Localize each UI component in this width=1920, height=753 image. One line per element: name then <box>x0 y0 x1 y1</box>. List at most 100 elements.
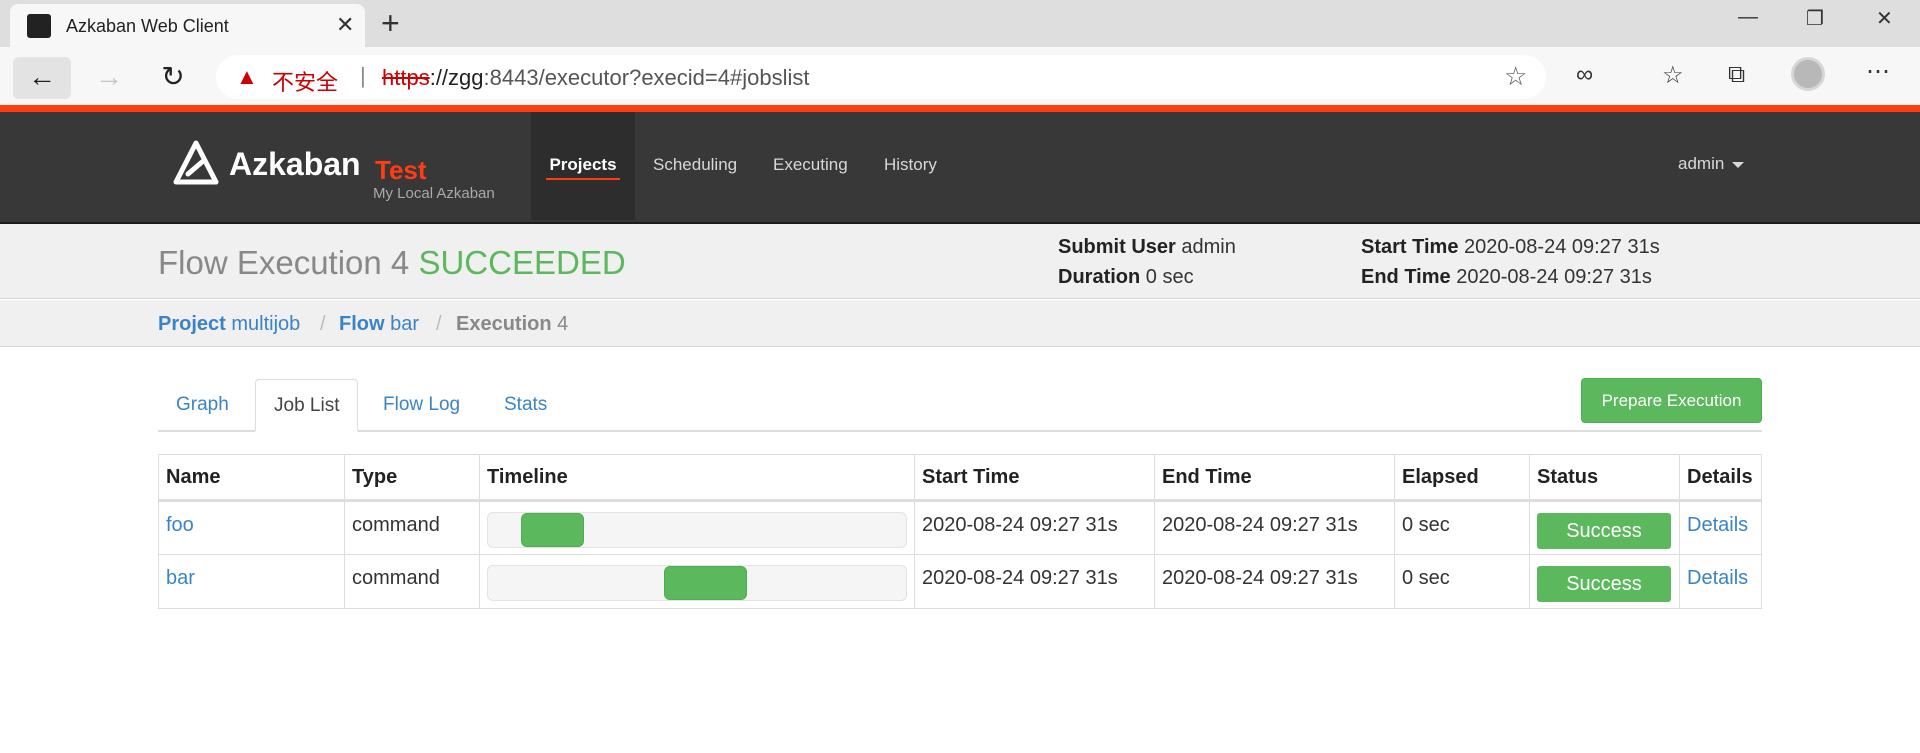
job-type: command <box>344 554 480 609</box>
tab-stats[interactable]: Stats <box>486 379 565 432</box>
nav-history[interactable]: History <box>884 112 937 220</box>
details-link[interactable]: Details <box>1687 514 1748 536</box>
job-timeline-cell <box>479 554 915 609</box>
job-elapsed: 0 sec <box>1394 554 1530 609</box>
column-header-elapsed[interactable]: Elapsed <box>1394 454 1530 502</box>
column-header-end-time[interactable]: End Time <box>1154 454 1395 502</box>
flow-header: Flow Execution 4 SUCCEEDED Submit User a… <box>0 224 1920 299</box>
security-label[interactable]: 不安全 <box>272 65 338 97</box>
job-type: command <box>344 500 480 555</box>
profile-avatar[interactable] <box>1791 57 1825 91</box>
breadcrumb-separator: / <box>436 313 442 335</box>
job-timeline <box>487 512 907 548</box>
breadcrumb-project-label: Project <box>158 313 226 335</box>
column-header-details[interactable]: Details <box>1679 454 1762 502</box>
warning-icon: ▲ <box>236 64 258 89</box>
submit-user-value: admin <box>1181 236 1236 258</box>
brand-environment: Test <box>375 155 427 185</box>
breadcrumb-flow[interactable]: Flow bar <box>339 313 419 336</box>
window-close-icon[interactable]: ✕ <box>1876 6 1893 31</box>
job-end-time: 2020-08-24 09:27 31s <box>1154 554 1395 609</box>
column-header-start-time[interactable]: Start Time <box>914 454 1155 502</box>
breadcrumb-execution: Execution 4 <box>456 313 568 336</box>
accent-bar <box>0 105 1920 112</box>
url-path: :8443/executor?execid=4#jobslist <box>483 65 810 90</box>
back-icon[interactable]: ← <box>13 57 71 99</box>
timeline-bar[interactable] <box>663 566 748 600</box>
tab-flow-log[interactable]: Flow Log <box>365 379 478 432</box>
brand-subtitle: My Local Azkaban <box>373 185 495 202</box>
favorites-icon[interactable]: ☆ <box>1662 61 1684 90</box>
start-time-value: 2020-08-24 09:27 31s <box>1464 236 1660 258</box>
breadcrumb-execution-label: Execution <box>456 313 552 335</box>
status-badge: Success <box>1537 513 1671 549</box>
column-header-status[interactable]: Status <box>1529 454 1680 502</box>
url-host: zgg <box>448 65 484 90</box>
nav-executing[interactable]: Executing <box>773 112 848 220</box>
page-title: Flow Execution 4 SUCCEEDED <box>158 244 626 282</box>
favorite-star-icon[interactable]: ☆ <box>1504 61 1527 92</box>
close-tab-icon[interactable]: ✕ <box>336 12 354 38</box>
more-icon[interactable]: ⋯ <box>1866 57 1890 86</box>
duration-value: 0 sec <box>1145 266 1194 288</box>
duration-label: Duration <box>1058 266 1141 288</box>
new-tab-icon[interactable]: + <box>381 5 400 42</box>
details-link[interactable]: Details <box>1687 567 1748 589</box>
brand-name[interactable]: Azkaban <box>229 146 361 183</box>
flow-execution-title: Flow Execution 4 <box>158 244 410 281</box>
tab-graph[interactable]: Graph <box>158 379 247 432</box>
job-name-cell: bar <box>158 554 345 609</box>
table-header-row: Name Type Timeline Start Time End Time E… <box>158 454 1762 502</box>
tab-job-list[interactable]: Job List <box>255 379 359 432</box>
end-time: End Time 2020-08-24 09:27 31s <box>1361 266 1652 289</box>
job-name-link[interactable]: bar <box>166 567 195 589</box>
restore-icon[interactable]: ❐ <box>1806 6 1824 31</box>
url-separator: | <box>360 63 366 88</box>
nav-scheduling[interactable]: Scheduling <box>653 112 737 220</box>
timeline-bar[interactable] <box>521 513 585 547</box>
breadcrumb-project[interactable]: Project multijob <box>158 313 300 336</box>
job-timeline <box>487 565 907 601</box>
nav-label: Projects <box>549 155 617 174</box>
job-details-cell: Details <box>1679 554 1762 609</box>
reload-icon[interactable]: ↻ <box>144 57 202 99</box>
url-scheme: https <box>382 65 430 90</box>
breadcrumb: Project multijob / Flow bar / Execution … <box>0 300 1920 347</box>
start-time: Start Time 2020-08-24 09:27 31s <box>1361 236 1660 259</box>
breadcrumb-execution-id: 4 <box>557 313 569 335</box>
job-start-time: 2020-08-24 09:27 31s <box>914 500 1155 555</box>
azkaban-logo-icon[interactable] <box>172 140 220 188</box>
collections-icon[interactable]: ⧉ <box>1728 61 1745 89</box>
submit-user-label: Submit User <box>1058 236 1176 258</box>
url-text[interactable]: https://zgg:8443/executor?execid=4#jobsl… <box>382 65 809 91</box>
user-menu[interactable]: admin <box>1678 154 1745 174</box>
forward-icon[interactable]: → <box>80 57 138 99</box>
column-header-timeline[interactable]: Timeline <box>479 454 915 502</box>
prepare-execution-button[interactable]: Prepare Execution <box>1581 378 1762 423</box>
job-name-cell: foo <box>158 500 345 555</box>
flow-status: SUCCEEDED <box>418 244 626 281</box>
breadcrumb-project-name: multijob <box>231 313 301 335</box>
address-bar[interactable]: ▲ 不安全 | https://zgg:8443/executor?execid… <box>216 55 1546 99</box>
column-header-name[interactable]: Name <box>158 454 345 502</box>
job-end-time: 2020-08-24 09:27 31s <box>1154 500 1395 555</box>
tab-title: Azkaban Web Client <box>66 16 229 36</box>
table-row: foo command 2020-08-24 09:27 31s 2020-08… <box>158 500 1762 555</box>
duration: Duration 0 sec <box>1058 266 1194 289</box>
minimize-icon[interactable]: — <box>1738 6 1758 29</box>
column-header-type[interactable]: Type <box>344 454 480 502</box>
user-name: admin <box>1678 154 1725 173</box>
job-elapsed: 0 sec <box>1394 500 1530 555</box>
job-status-cell: Success <box>1529 554 1680 609</box>
breadcrumb-separator: / <box>320 313 326 335</box>
job-start-time: 2020-08-24 09:27 31s <box>914 554 1155 609</box>
app-navbar: Azkaban Test My Local Azkaban Projects S… <box>0 112 1920 224</box>
end-time-value: 2020-08-24 09:27 31s <box>1456 266 1652 288</box>
submit-user: Submit User admin <box>1058 236 1236 259</box>
nav-projects[interactable]: Projects <box>531 112 635 220</box>
active-underline <box>546 178 620 180</box>
browser-tab[interactable]: Azkaban Web Client ✕ <box>10 4 365 47</box>
extensions-icon[interactable]: ∞ <box>1576 61 1593 89</box>
job-timeline-cell <box>479 500 915 555</box>
job-name-link[interactable]: foo <box>166 514 194 536</box>
